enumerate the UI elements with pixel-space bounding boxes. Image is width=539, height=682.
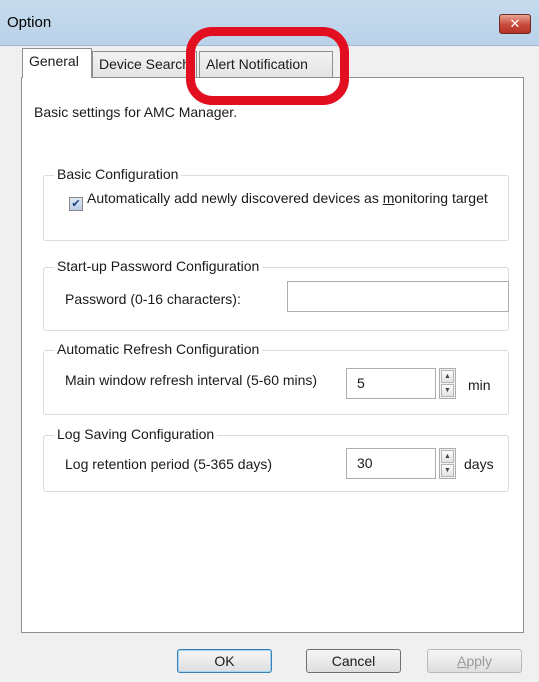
ok-button[interactable]: OK [177,649,272,673]
tab-device-search-label: Device Search [99,56,191,72]
spin-down-icon[interactable]: ▼ [441,464,454,477]
tab-alert-notification[interactable]: Alert Notification [199,51,333,78]
startup-password-legend: Start-up Password Configuration [54,258,263,274]
spin-down-icon[interactable]: ▼ [441,384,454,397]
refresh-interval-spinner[interactable]: ▲ ▼ [439,368,456,399]
log-saving-group: Log Saving Configuration Log retention p… [43,426,509,492]
basic-configuration-group: Basic Configuration ✔ Automatically add … [43,166,509,241]
window-title: Option [7,14,52,31]
close-icon: ✕ [509,16,521,31]
cancel-button[interactable]: Cancel [306,649,401,673]
tab-general[interactable]: General [22,48,92,78]
auto-refresh-legend: Automatic Refresh Configuration [54,341,263,357]
basic-configuration-legend: Basic Configuration [54,166,182,182]
auto-add-devices-label: Automatically add newly discovered devic… [87,190,488,206]
password-input[interactable] [287,281,509,312]
tab-alert-notification-label: Alert Notification [206,56,308,72]
general-tab-panel: Basic settings for AMC Manager. Basic Co… [21,77,524,633]
refresh-interval-input[interactable]: 5 [346,368,436,399]
log-retention-label: Log retention period (5-365 days) [65,456,273,472]
auto-add-devices-checkbox[interactable]: ✔ [69,197,83,211]
startup-password-group: Start-up Password Configuration Password… [43,258,509,331]
refresh-interval-label: Main window refresh interval (5-60 mins) [65,372,318,388]
checkmark-icon: ✔ [71,198,81,210]
spin-up-icon[interactable]: ▲ [441,450,454,463]
log-retention-input[interactable]: 30 [346,448,436,479]
tab-general-label: General [29,53,79,69]
password-label: Password (0-16 characters): [65,291,241,307]
intro-text: Basic settings for AMC Manager. [34,104,238,120]
close-button[interactable]: ✕ [499,14,531,34]
spin-up-icon[interactable]: ▲ [441,370,454,383]
title-bar: Option ✕ [0,0,539,46]
apply-button[interactable]: Apply [427,649,522,673]
log-retention-spinner[interactable]: ▲ ▼ [439,448,456,479]
refresh-interval-unit: min [468,377,491,393]
auto-refresh-group: Automatic Refresh Configuration Main win… [43,341,509,415]
log-retention-unit: days [464,456,494,472]
tab-device-search[interactable]: Device Search [92,51,197,78]
log-saving-legend: Log Saving Configuration [54,426,218,442]
